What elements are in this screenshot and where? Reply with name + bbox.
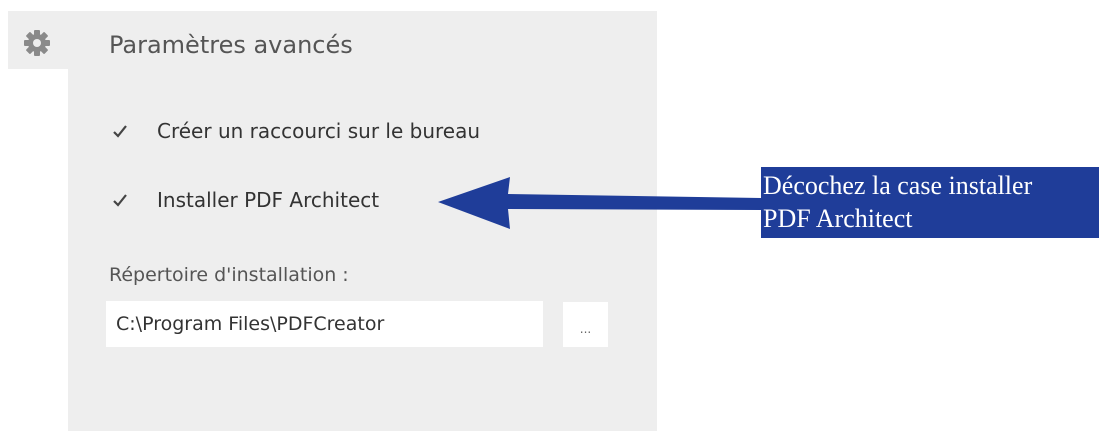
install-dir-label: Répertoire d'installation : xyxy=(109,264,349,286)
install-dir-input[interactable] xyxy=(106,301,543,347)
gear-icon xyxy=(24,30,50,56)
annotation-text-line1: Décochez la case installer xyxy=(763,171,1033,200)
install-pdf-architect-checkbox[interactable] xyxy=(109,189,131,211)
install-pdf-architect-label: Installer PDF Architect xyxy=(157,188,380,212)
create-shortcut-option[interactable]: Créer un raccourci sur le bureau xyxy=(109,113,480,149)
screenshot-root: Paramètres avancés Créer un raccourci su… xyxy=(0,0,1099,431)
annotation-text-line2: PDF Architect xyxy=(763,204,913,233)
create-shortcut-label: Créer un raccourci sur le bureau xyxy=(157,119,481,143)
annotation-callout: Décochez la case installer PDF Architect xyxy=(761,167,1099,238)
checkmark-icon xyxy=(113,125,127,138)
browse-button[interactable]: ... xyxy=(563,302,608,347)
annotation-arrow xyxy=(438,177,761,229)
panel-title: Paramètres avancés xyxy=(109,31,353,59)
install-pdf-architect-option[interactable]: Installer PDF Architect xyxy=(109,182,379,218)
create-shortcut-checkbox[interactable] xyxy=(109,120,131,142)
checkmark-icon xyxy=(113,194,127,207)
